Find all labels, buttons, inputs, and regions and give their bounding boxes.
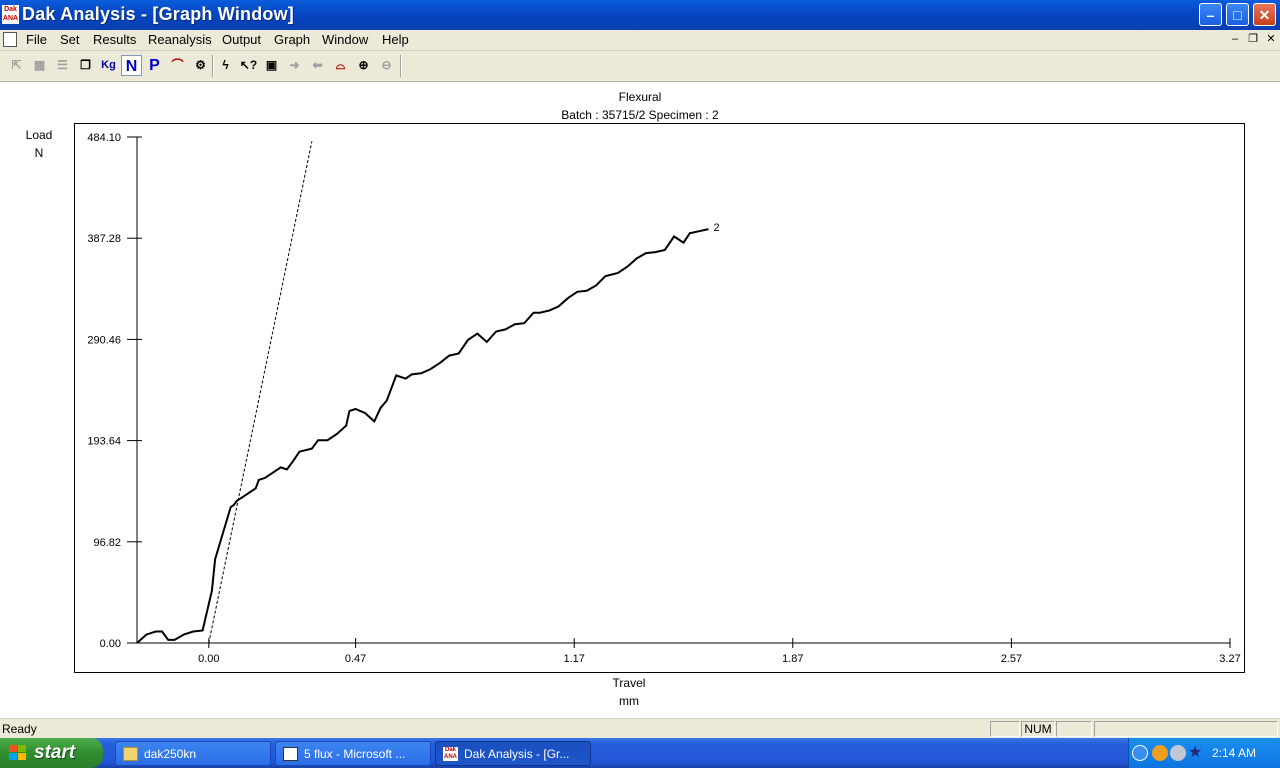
start-button[interactable]: start bbox=[0, 738, 103, 768]
minimize-button[interactable]: – bbox=[1199, 3, 1222, 26]
task-label: dak250kn bbox=[144, 747, 197, 761]
task-label: Dak Analysis - [Gr... bbox=[464, 747, 570, 761]
chart-subtitle: Batch : 35715/2 Specimen : 2 bbox=[561, 108, 719, 122]
task-label: 5 flux - Microsoft ... bbox=[304, 747, 406, 761]
system-tray: ★ bbox=[1128, 738, 1280, 768]
menu-results[interactable]: Results bbox=[93, 32, 136, 47]
status-pane-empty bbox=[990, 721, 1020, 737]
tray-star-icon[interactable]: ★ bbox=[1188, 745, 1204, 761]
graph-curve-icon[interactable]: ⌒ bbox=[167, 55, 188, 76]
taskbar-item-word[interactable]: 5 flux - Microsoft ... bbox=[275, 741, 431, 766]
status-pane-empty bbox=[1056, 721, 1092, 737]
menu-set[interactable]: Set bbox=[60, 32, 80, 47]
tray-collapse-icon[interactable] bbox=[1132, 745, 1148, 761]
app-icon: Dak ANA bbox=[2, 5, 19, 24]
x-axis-unit: mm bbox=[619, 694, 639, 708]
folder-icon bbox=[123, 747, 138, 761]
toolbar: ⇱ ▦ ☰ ❐ Kg N P ⌒ ⚙ ϟ ↖? ▣ ➜ ⬅ ⌓ ⊕ ⊖ bbox=[0, 51, 1280, 82]
taskbar-item-dak-analysis[interactable]: Dak ANA Dak Analysis - [Gr... bbox=[435, 741, 591, 766]
kg-units-button[interactable]: Kg bbox=[98, 55, 119, 76]
tool-disabled-1-icon[interactable]: ⇱ bbox=[6, 55, 27, 76]
windows-flag-icon bbox=[9, 745, 27, 761]
overlay-graph-icon[interactable]: ⌓ bbox=[330, 55, 351, 76]
maximize-button[interactable]: □ bbox=[1226, 3, 1249, 26]
tray-network-icon[interactable] bbox=[1170, 745, 1186, 761]
menu-bar: File Set Results Reanalysis Output Graph… bbox=[0, 30, 1280, 51]
menu-help[interactable]: Help bbox=[382, 32, 409, 47]
mdi-restore-icon[interactable]: ❐ bbox=[1246, 33, 1260, 46]
taskbar: start dak250kn 5 flux - Microsoft ... Da… bbox=[0, 738, 1280, 768]
tool-disabled-3-icon[interactable]: ☰ bbox=[52, 55, 73, 76]
tray-app-icon[interactable] bbox=[1152, 745, 1168, 761]
copy-icon[interactable]: ❐ bbox=[75, 55, 96, 76]
toolbar-separator bbox=[212, 55, 214, 77]
help-pointer-icon[interactable]: ↖? bbox=[238, 55, 259, 76]
menu-file[interactable]: File bbox=[26, 32, 47, 47]
document-icon bbox=[283, 747, 298, 761]
settings-grid-icon[interactable]: ⚙ bbox=[190, 55, 211, 76]
plot-frame bbox=[74, 123, 1245, 673]
clock: 2:14 AM bbox=[1212, 746, 1257, 760]
status-pane-empty bbox=[1094, 721, 1278, 737]
newton-units-button[interactable]: N bbox=[121, 55, 142, 76]
arrow-right-icon[interactable]: ➜ bbox=[284, 55, 305, 76]
zoom-out-icon[interactable]: ⊖ bbox=[376, 55, 397, 76]
menu-window[interactable]: Window bbox=[322, 32, 368, 47]
y-axis-label: Load bbox=[25, 128, 53, 142]
mdi-close-icon[interactable]: ✕ bbox=[1264, 33, 1278, 46]
menu-graph[interactable]: Graph bbox=[274, 32, 310, 47]
y-axis-unit: N bbox=[34, 146, 44, 160]
window-title: Dak Analysis - [Graph Window] bbox=[22, 4, 295, 24]
start-label: start bbox=[34, 742, 76, 763]
p-button[interactable]: P bbox=[144, 55, 165, 76]
mdi-minimize-icon[interactable]: – bbox=[1228, 33, 1242, 46]
close-button[interactable]: ✕ bbox=[1253, 3, 1276, 26]
taskbar-item-folder[interactable]: dak250kn bbox=[115, 741, 271, 766]
zoom-in-icon[interactable]: ⊕ bbox=[353, 55, 374, 76]
tool-disabled-2-icon[interactable]: ▦ bbox=[29, 55, 50, 76]
menu-reanalysis[interactable]: Reanalysis bbox=[148, 32, 212, 47]
status-bar: Ready NUM bbox=[0, 718, 1280, 739]
document-icon[interactable] bbox=[3, 32, 17, 47]
lightning-icon[interactable]: ϟ bbox=[215, 55, 236, 76]
menu-output[interactable]: Output bbox=[222, 32, 261, 47]
status-num: NUM bbox=[1021, 721, 1055, 737]
x-axis-label: Travel bbox=[612, 676, 646, 690]
status-text: Ready bbox=[2, 722, 37, 736]
chart-title: Flexural bbox=[618, 90, 662, 104]
arrow-left-icon[interactable]: ⬅ bbox=[307, 55, 328, 76]
title-bar[interactable]: Dak ANA Dak Analysis - [Graph Window] – □… bbox=[0, 0, 1280, 30]
toolbar-separator bbox=[400, 55, 402, 77]
print-icon[interactable]: ▣ bbox=[261, 55, 282, 76]
dak-app-icon: Dak ANA bbox=[443, 747, 458, 761]
